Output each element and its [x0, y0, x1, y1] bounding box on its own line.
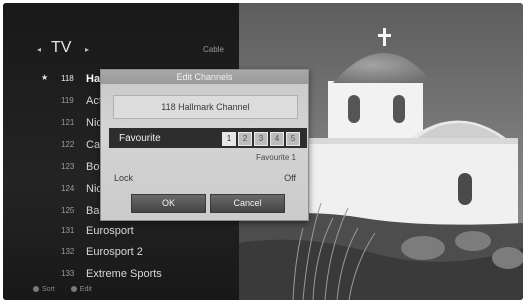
channel-row[interactable]: 132 Eurosport 2: [31, 243, 237, 263]
channel-number: 123: [61, 162, 75, 171]
lock-label[interactable]: Lock: [114, 173, 133, 183]
key-legend: Sort Edit: [33, 286, 106, 293]
tv-display: ◂ TV ▸ Cable ★ 118 Ha 119 Act 121 Nic 12…: [3, 3, 523, 300]
favourite-slot-5[interactable]: 5: [286, 132, 300, 146]
source-label: Cable: [203, 45, 224, 54]
favourite-slot-2[interactable]: 2: [238, 132, 252, 146]
channel-name: Ca: [86, 139, 101, 151]
channel-number: 131: [61, 226, 75, 235]
favourite-slot-4[interactable]: 4: [270, 132, 284, 146]
channel-row[interactable]: 131 Eurosport: [31, 222, 237, 242]
channel-name-field[interactable]: 118 Hallmark Channel: [113, 95, 298, 119]
cancel-button[interactable]: Cancel: [210, 194, 285, 213]
lock-value[interactable]: Off: [284, 173, 296, 183]
screen: ◂ TV ▸ Cable ★ 118 Ha 119 Act 121 Nic 12…: [0, 0, 526, 304]
channel-name: Extreme Sports: [86, 268, 162, 280]
favourite-row[interactable]: Favourite 1 2 3 4 5: [109, 128, 307, 148]
favourite-slot-1[interactable]: 1: [222, 132, 236, 146]
channel-number: 122: [61, 140, 75, 149]
favourite-star-icon: ★: [41, 73, 49, 82]
channel-name: Eurosport 2: [86, 246, 143, 258]
favourite-selection-text: Favourite 1: [255, 153, 296, 162]
channel-number: 118: [61, 74, 74, 83]
channel-number: 121: [61, 118, 75, 127]
channel-name: Bo: [86, 161, 100, 173]
edit-hint: Edit: [70, 286, 92, 293]
channel-number: 132: [61, 247, 75, 256]
channel-number: 125: [61, 206, 75, 215]
channel-number: 119: [61, 96, 74, 105]
channel-name: Ha: [86, 73, 101, 85]
channel-number: 124: [61, 184, 75, 193]
channel-row[interactable]: 133 Extreme Sports: [31, 265, 237, 285]
prev-list-arrow-icon[interactable]: ◂: [37, 45, 41, 54]
ok-button[interactable]: OK: [131, 194, 206, 213]
channel-name: Eurosport: [86, 225, 134, 237]
favourite-label: Favourite: [119, 133, 161, 144]
color-key-icon: [70, 286, 77, 292]
next-list-arrow-icon[interactable]: ▸: [85, 45, 89, 54]
list-title: TV: [51, 39, 72, 56]
color-key-icon: [33, 286, 39, 292]
dialog-title: Edit Channels: [101, 70, 308, 84]
favourite-slot-3[interactable]: 3: [254, 132, 268, 146]
sort-hint: Sort: [33, 286, 55, 293]
edit-channels-dialog: Edit Channels 118 Hallmark Channel Favou…: [100, 69, 309, 221]
channel-number: 133: [61, 269, 75, 278]
